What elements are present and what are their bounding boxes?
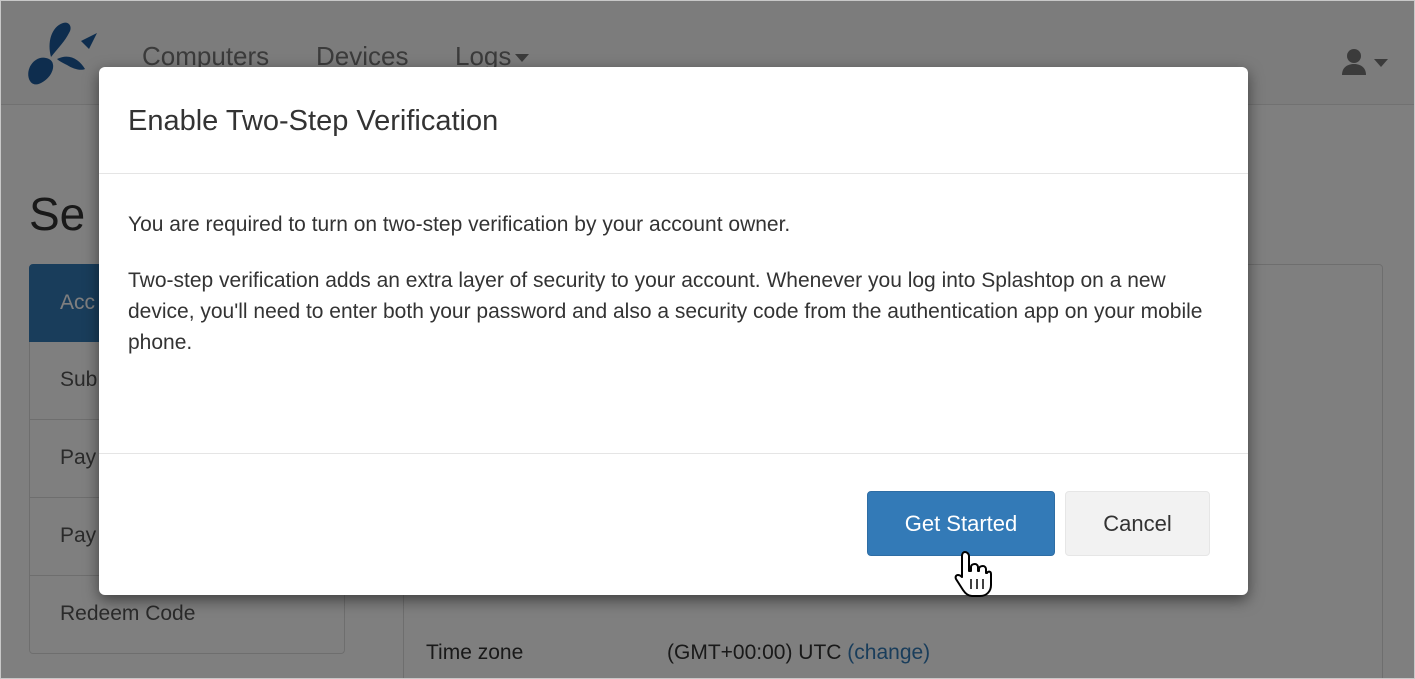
modal-title: Enable Two-Step Verification [128, 105, 499, 137]
modal-body: You are required to turn on two-step ver… [99, 174, 1248, 454]
two-step-verification-dialog: Enable Two-Step Verification You are req… [99, 67, 1248, 595]
get-started-button[interactable]: Get Started [867, 491, 1055, 556]
hand-pointer-icon [954, 551, 992, 597]
modal-footer: Get Started Cancel [99, 455, 1248, 595]
app-window: Computers Devices Logs Se Acc Sub Pay Pa… [0, 0, 1415, 679]
cancel-button[interactable]: Cancel [1065, 491, 1210, 556]
modal-header: Enable Two-Step Verification [99, 67, 1248, 174]
modal-message-description: Two-step verification adds an extra laye… [128, 269, 1203, 354]
modal-message-required: You are required to turn on two-step ver… [128, 213, 791, 236]
